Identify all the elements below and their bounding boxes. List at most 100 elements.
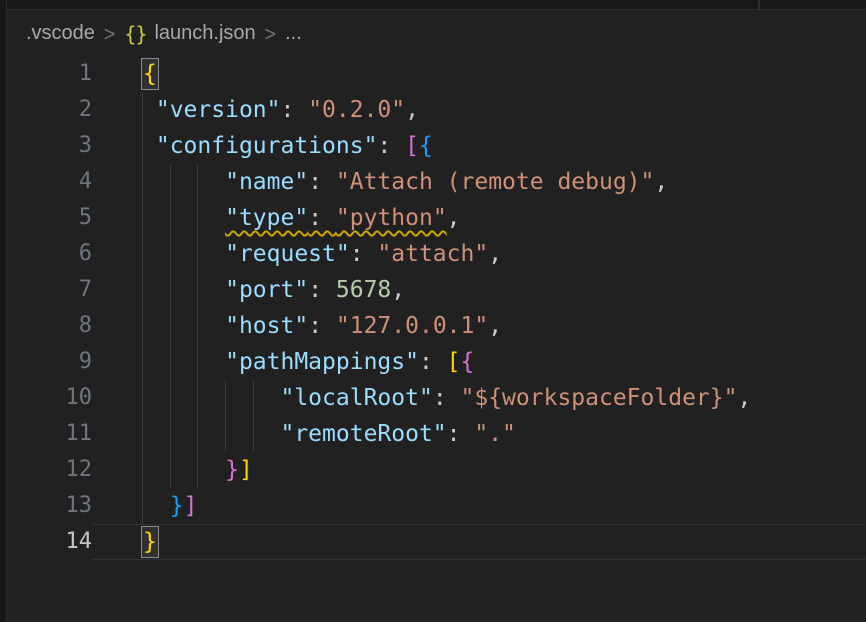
code-content[interactable]: "port": 5678, [92, 272, 866, 308]
code-content[interactable]: } [92, 524, 866, 560]
indent-guide [142, 272, 143, 308]
line-number[interactable]: 2 [8, 92, 92, 128]
indent-guide [142, 344, 143, 380]
code-content[interactable]: "remoteRoot": "." [92, 416, 866, 452]
indent-guide [142, 92, 143, 128]
indent-guide [197, 308, 198, 344]
indent-guide [170, 452, 171, 488]
breadcrumb-file[interactable]: launch.json [154, 22, 255, 45]
line-number[interactable]: 4 [8, 164, 92, 200]
code-token: "python" [336, 205, 447, 231]
indent-guide [142, 416, 143, 452]
code-token: , [391, 277, 405, 303]
indent-guide [142, 452, 143, 488]
indent-guide [170, 380, 171, 416]
code-content[interactable]: "configurations": [{ [92, 128, 866, 164]
code-line[interactable]: 10 "localRoot": "${workspaceFolder}", [8, 380, 866, 416]
indent-guide [142, 488, 143, 524]
code-token: "${workspaceFolder}" [461, 385, 738, 411]
line-number[interactable]: 10 [8, 380, 92, 416]
code-token: "port" [225, 277, 308, 303]
line-number[interactable]: 3 [8, 128, 92, 164]
code-content[interactable]: "version": "0.2.0", [92, 92, 866, 128]
indent-guide [142, 308, 143, 344]
code-token: : [280, 97, 308, 123]
code-token: , [488, 241, 502, 267]
code-content[interactable]: }] [92, 488, 866, 524]
code-token: "configurations" [156, 133, 378, 159]
code-line[interactable]: 4 "name": "Attach (remote debug)", [8, 164, 866, 200]
indent-guide [197, 272, 198, 308]
code-content[interactable]: "localRoot": "${workspaceFolder}", [92, 380, 866, 416]
code-token: [ [447, 349, 461, 375]
code-content[interactable]: { [92, 56, 866, 92]
code-token: "host" [225, 313, 308, 339]
line-number[interactable]: 11 [8, 416, 92, 452]
code-line[interactable]: 3 "configurations": [{ [8, 128, 866, 164]
code-token: : [419, 349, 447, 375]
code-token: { [461, 349, 475, 375]
code-content[interactable]: }] [92, 452, 866, 488]
line-number[interactable]: 14 [8, 524, 92, 560]
code-content[interactable]: "host": "127.0.0.1", [92, 308, 866, 344]
code-token: "request" [225, 241, 350, 267]
line-number[interactable]: 9 [8, 344, 92, 380]
code-content[interactable]: "name": "Attach (remote debug)", [92, 164, 866, 200]
indent-guide [170, 344, 171, 380]
code-line[interactable]: 13 }] [8, 488, 866, 524]
code-token: : [433, 385, 461, 411]
code-token: , [488, 313, 502, 339]
indent-guide [225, 416, 226, 452]
code-token: ] [239, 457, 253, 483]
line-number[interactable]: 13 [8, 488, 92, 524]
chevron-right-icon: > [265, 21, 276, 46]
code-line[interactable]: 12 }] [8, 452, 866, 488]
indent-guide [142, 128, 143, 164]
code-token: : [308, 205, 336, 231]
code-token: "localRoot" [280, 385, 432, 411]
code-line[interactable]: 7 "port": 5678, [8, 272, 866, 308]
indent-guide [142, 200, 143, 236]
code-line[interactable]: 2 "version": "0.2.0", [8, 92, 866, 128]
line-number[interactable]: 7 [8, 272, 92, 308]
code-line[interactable]: 9 "pathMappings": [{ [8, 344, 866, 380]
indent-guide [170, 272, 171, 308]
code-line[interactable]: 6 "request": "attach", [8, 236, 866, 272]
line-number[interactable]: 12 [8, 452, 92, 488]
code-line[interactable]: 5 "type": "python", [8, 200, 866, 236]
code-lines: 1{2 "version": "0.2.0",3 "configurations… [8, 56, 866, 560]
code-token: } [225, 457, 239, 483]
indent-guide [225, 380, 226, 416]
code-token: : [308, 313, 336, 339]
indent-guide [197, 164, 198, 200]
line-number[interactable]: 5 [8, 200, 92, 236]
line-number[interactable]: 8 [8, 308, 92, 344]
indent-guide [170, 308, 171, 344]
code-token: ] [184, 493, 198, 519]
code-editor[interactable]: 1{2 "version": "0.2.0",3 "configurations… [8, 56, 866, 560]
code-line[interactable]: 1{ [8, 56, 866, 92]
code-token: "pathMappings" [225, 349, 419, 375]
code-line[interactable]: 14} [8, 524, 866, 560]
code-token: "version" [156, 97, 281, 123]
indent-guide [142, 164, 143, 200]
code-content[interactable]: "type": "python", [92, 200, 866, 236]
code-line[interactable]: 8 "host": "127.0.0.1", [8, 308, 866, 344]
breadcrumb-symbol-more[interactable]: ... [285, 22, 302, 45]
line-number[interactable]: 1 [8, 56, 92, 92]
code-content[interactable]: "pathMappings": [{ [92, 344, 866, 380]
code-token: "127.0.0.1" [336, 313, 488, 339]
line-number[interactable]: 6 [8, 236, 92, 272]
code-content[interactable]: "request": "attach", [92, 236, 866, 272]
code-line[interactable]: 11 "remoteRoot": "." [8, 416, 866, 452]
code-token: : [350, 241, 378, 267]
code-token: "attach" [377, 241, 488, 267]
code-token: { [419, 133, 433, 159]
indent-guide [142, 380, 143, 416]
code-token: "name" [225, 169, 308, 195]
breadcrumb-folder[interactable]: .vscode [26, 22, 95, 45]
code-token: } [170, 493, 184, 519]
indent-guide [170, 416, 171, 452]
code-token: "." [474, 421, 516, 447]
indent-guide [142, 236, 143, 272]
